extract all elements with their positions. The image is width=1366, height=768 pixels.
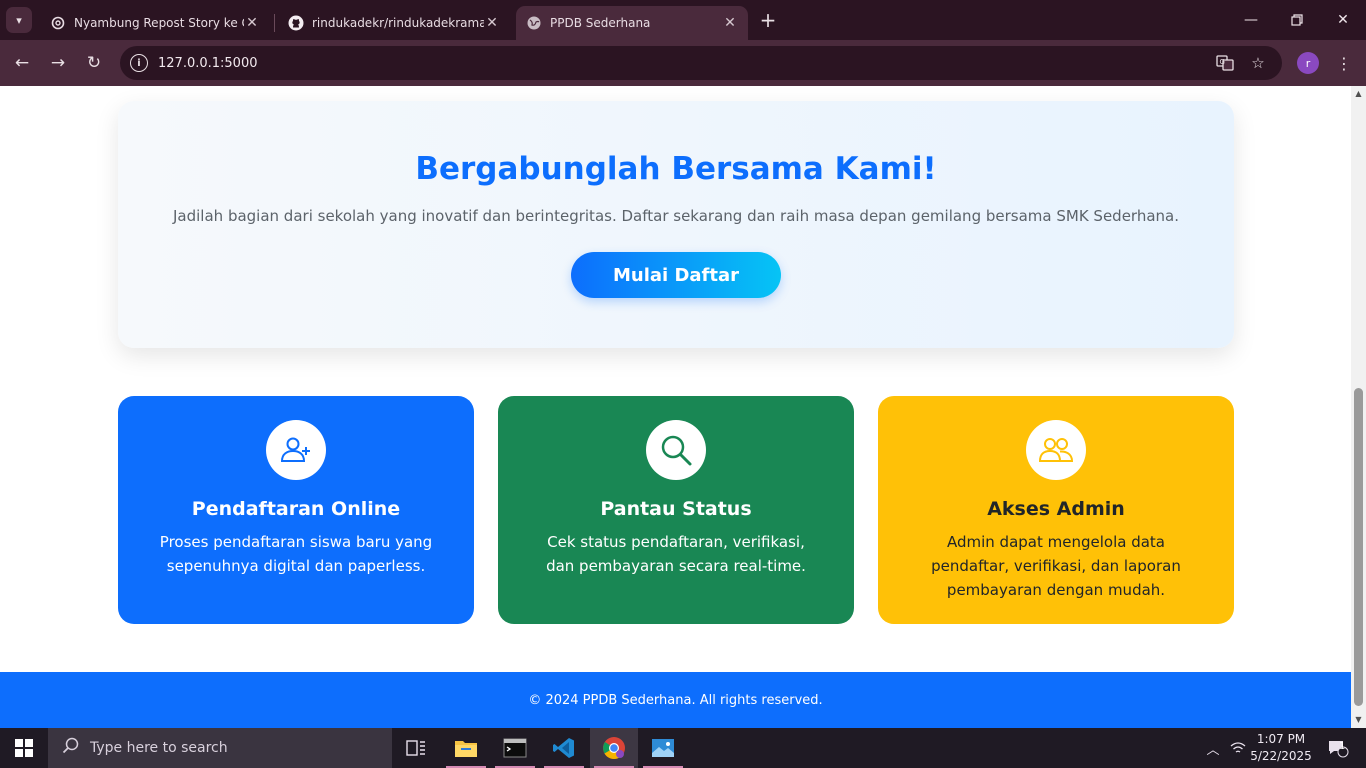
windows-start-icon[interactable] (0, 728, 48, 768)
notification-count: 1 (1339, 741, 1346, 752)
tab-github-repo[interactable]: rindukadekr/rindukadekramadh ✕ (278, 6, 510, 40)
forward-button[interactable]: → (45, 50, 71, 76)
taskbar-search-box[interactable]: Type here to search (48, 728, 392, 768)
browser-menu-icon[interactable]: ⋮ (1334, 52, 1354, 74)
start-register-button[interactable]: Mulai Daftar (571, 252, 781, 298)
vscode-icon[interactable] (540, 728, 588, 768)
users-icon (1026, 420, 1086, 480)
page-scrollbar[interactable]: ▲ ▼ (1351, 86, 1366, 728)
show-hidden-icons-chevron-icon[interactable]: ︿ (1202, 728, 1224, 768)
scroll-thumb[interactable] (1354, 388, 1363, 706)
url-text: 127.0.0.1:5000 (158, 55, 258, 71)
translate-icon[interactable]: G (1216, 54, 1234, 72)
browser-toolbar: ← → ↻ i 127.0.0.1:5000 G ☆ r ⋮ (0, 40, 1366, 86)
openai-icon (50, 15, 66, 31)
feature-description: Cek status pendaftaran, verifikasi, dan … (546, 533, 806, 575)
terminal-icon[interactable] (491, 728, 539, 768)
tab-search-button[interactable]: ▾ (6, 7, 32, 33)
scroll-down-arrow-icon[interactable]: ▼ (1354, 715, 1363, 725)
close-tab-icon[interactable]: ✕ (484, 15, 500, 31)
feature-card-admin: Akses Admin Admin dapat mengelola data p… (878, 396, 1234, 624)
notification-center-icon[interactable]: 1 (1320, 728, 1356, 768)
close-tab-icon[interactable]: ✕ (244, 15, 260, 31)
restore-button[interactable] (1274, 0, 1320, 40)
close-window-button[interactable]: ✕ (1320, 0, 1366, 40)
minimize-button[interactable]: — (1228, 0, 1274, 40)
back-button[interactable]: ← (9, 50, 35, 76)
globe-icon (526, 15, 542, 31)
footer-copyright: © 2024 PPDB Sederhana. All rights reserv… (528, 692, 823, 708)
close-tab-icon[interactable]: ✕ (722, 15, 738, 31)
address-bar[interactable]: i 127.0.0.1:5000 G ☆ (120, 46, 1282, 80)
bookmark-star-icon[interactable]: ☆ (1249, 54, 1267, 72)
hero-section: Bergabunglah Bersama Kami! Jadilah bagia… (118, 101, 1234, 348)
page-viewport: Bergabunglah Bersama Kami! Jadilah bagia… (0, 86, 1351, 728)
github-icon (288, 15, 304, 31)
taskbar-search-placeholder: Type here to search (90, 740, 228, 756)
photos-icon[interactable] (639, 728, 687, 768)
hero-subtitle: Jadilah bagian dari sekolah yang inovati… (173, 207, 1179, 225)
search-icon (62, 737, 80, 759)
windows-taskbar: Type here to search ︿ 1:07 PM 5/22/2025 … (0, 728, 1366, 768)
file-explorer-icon[interactable] (442, 728, 490, 768)
feature-description: Admin dapat mengelola data pendaftar, ve… (931, 533, 1181, 599)
tab-title: PPDB Sederhana (550, 16, 651, 30)
task-view-icon[interactable] (392, 728, 440, 768)
profile-avatar[interactable]: r (1297, 52, 1319, 74)
tab-title: rindukadekr/rindukadekramadh (312, 16, 484, 30)
search-icon (646, 420, 706, 480)
hero-title: Bergabunglah Bersama Kami! (415, 151, 937, 187)
reload-button[interactable]: ↻ (81, 50, 107, 76)
clock-time: 1:07 PM (1256, 732, 1306, 746)
feature-description: Proses pendaftaran siswa baru yang sepen… (159, 533, 433, 575)
clock-date: 5/22/2025 (1250, 749, 1312, 763)
feature-title: Akses Admin (987, 498, 1125, 520)
svg-text:G: G (1220, 58, 1225, 66)
user-plus-icon (266, 420, 326, 480)
new-tab-button[interactable]: + (756, 7, 780, 33)
feature-title: Pendaftaran Online (191, 498, 401, 520)
page-footer: © 2024 PPDB Sederhana. All rights reserv… (0, 672, 1351, 728)
tab-nyambung-repost[interactable]: Nyambung Repost Story ke GitH ✕ (40, 6, 270, 40)
tab-title: Nyambung Repost Story ke GitH (74, 16, 244, 30)
feature-card-status: Pantau Status Cek status pendaftaran, ve… (498, 396, 854, 624)
chrome-icon[interactable] (590, 728, 638, 768)
feature-title: Pantau Status (600, 498, 752, 520)
tab-ppdb-sederhana[interactable]: PPDB Sederhana ✕ (516, 6, 748, 40)
site-info-icon[interactable]: i (130, 54, 148, 72)
tab-separator (274, 14, 275, 32)
feature-card-pendaftaran: Pendaftaran Online Proses pendaftaran si… (118, 396, 474, 624)
browser-tab-strip: ▾ Nyambung Repost Story ke GitH ✕ rinduk… (0, 0, 1366, 40)
taskbar-clock[interactable]: 1:07 PM 5/22/2025 (1246, 731, 1316, 765)
scroll-up-arrow-icon[interactable]: ▲ (1354, 89, 1363, 99)
